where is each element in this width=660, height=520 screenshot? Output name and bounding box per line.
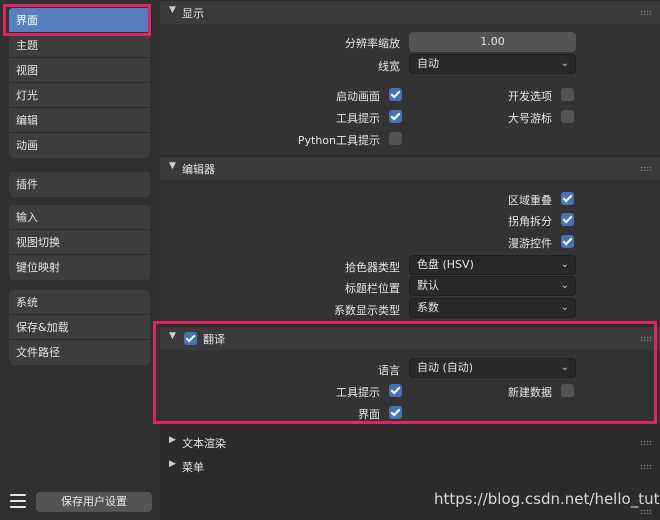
large-cursor-checkbox[interactable]: [561, 110, 574, 123]
expand-triangle-icon: ▼: [169, 5, 176, 15]
drag-grip-icon[interactable]: [640, 464, 652, 469]
translate-tooltips-label: 工具提示: [336, 386, 380, 399]
color-picker-dropdown[interactable]: 色盘 (HSV) ⌄: [409, 255, 576, 275]
navigation-controls-checkbox[interactable]: [561, 235, 574, 248]
translate-new-data-checkbox[interactable]: [561, 384, 574, 397]
chevron-down-icon: ⌄: [560, 302, 569, 313]
corner-split-checkbox[interactable]: [561, 213, 574, 226]
sidebar-item-addons[interactable]: 插件: [9, 172, 150, 197]
collapse-triangle-icon: ▶: [169, 459, 176, 469]
chevron-down-icon: ⌄: [560, 280, 569, 291]
factor-display-dropdown[interactable]: 系数 ⌄: [409, 298, 576, 318]
sidebar-item-system[interactable]: 系统: [9, 290, 150, 315]
panel-header-text-rendering[interactable]: ▶ 文本渲染: [160, 431, 660, 454]
panel-title-menus: 菜单: [182, 461, 204, 474]
collapse-triangle-icon: ▶: [169, 435, 176, 445]
developer-extras-checkbox[interactable]: [561, 88, 574, 101]
panel-body-display: 分辨率缩放 1.00 线宽 自动 ⌄ 启动画面 工具提示 Python工具提示 …: [160, 24, 660, 155]
translate-new-data-label: 新建数据: [508, 386, 552, 399]
corner-split-label: 拐角拆分: [508, 215, 552, 228]
panel-title-editors: 编辑器: [182, 163, 215, 176]
tooltips-checkbox[interactable]: [389, 110, 402, 123]
large-cursor-label: 大号游标: [508, 112, 552, 125]
color-picker-label: 拾色器类型: [345, 261, 400, 274]
python-tooltips-label: Python工具提示: [297, 134, 380, 147]
panel-header-display[interactable]: ▼ 显示: [160, 1, 660, 24]
developer-extras-label: 开发选项: [508, 90, 552, 103]
panel-header-menus[interactable]: ▶ 菜单: [160, 455, 660, 478]
header-position-dropdown[interactable]: 默认 ⌄: [409, 276, 576, 296]
resolution-scale-field[interactable]: 1.00: [409, 32, 576, 52]
translate-interface-checkbox[interactable]: [389, 406, 402, 419]
sidebar-item-themes[interactable]: 主题: [9, 33, 150, 58]
translation-enable-checkbox[interactable]: [184, 332, 197, 345]
language-value: 自动 (自动): [417, 361, 474, 374]
sidebar-item-interface[interactable]: 界面: [9, 8, 150, 33]
preferences-sidebar: 界面 主题 视图 灯光 编辑 动画 插件 输入 视图切换 键位映射 系统 保存&…: [0, 0, 160, 520]
language-label: 语言: [378, 364, 400, 377]
sidebar-group-addons: 插件: [9, 172, 150, 197]
drag-grip-icon[interactable]: [640, 166, 652, 171]
sidebar-group-system: 系统 保存&加载 文件路径: [9, 290, 150, 365]
factor-display-label: 系数显示类型: [334, 304, 400, 317]
line-width-value: 自动: [417, 57, 439, 70]
header-position-value: 默认: [417, 279, 439, 292]
tooltips-label: 工具提示: [336, 112, 380, 125]
factor-display-value: 系数: [417, 301, 439, 314]
header-position-label: 标题栏位置: [345, 282, 400, 295]
sidebar-item-file-paths[interactable]: 文件路径: [9, 340, 150, 365]
color-picker-value: 色盘 (HSV): [417, 258, 474, 271]
sidebar-group-input: 输入 视图切换 键位映射: [9, 205, 150, 280]
panel-title-text-rendering: 文本渲染: [182, 437, 226, 450]
hamburger-icon[interactable]: [10, 494, 26, 508]
drag-grip-icon[interactable]: [640, 440, 652, 445]
translate-tooltips-checkbox[interactable]: [389, 384, 402, 397]
translate-interface-label: 界面: [358, 408, 380, 421]
resize-grip-icon[interactable]: [640, 509, 652, 514]
region-overlap-label: 区域重叠: [508, 194, 552, 207]
sidebar-item-input[interactable]: 输入: [9, 205, 150, 230]
sidebar-item-lights[interactable]: 灯光: [9, 83, 150, 108]
save-preferences-button[interactable]: 保存用户设置: [36, 492, 152, 512]
resolution-scale-label: 分辨率缩放: [345, 37, 400, 50]
language-dropdown[interactable]: 自动 (自动) ⌄: [409, 358, 576, 378]
chevron-down-icon: ⌄: [560, 259, 569, 270]
panel-title-translation: 翻译: [203, 333, 225, 346]
chevron-down-icon: ⌄: [560, 58, 569, 69]
chevron-down-icon: ⌄: [560, 362, 569, 373]
splash-label: 启动画面: [336, 90, 380, 103]
sidebar-item-viewport[interactable]: 视图: [9, 58, 150, 83]
panel-body-editors: 区域重叠 拐角拆分 漫游控件 拾色器类型 色盘 (HSV) ⌄ 标题栏位置 默认…: [160, 180, 660, 322]
expand-triangle-icon: ▼: [169, 331, 176, 341]
panel-header-translation[interactable]: ▼ 翻译: [160, 327, 660, 350]
preferences-main: ▼ 显示 分辨率缩放 1.00 线宽 自动 ⌄ 启动画面 工具提示 Python…: [160, 0, 660, 520]
line-width-label: 线宽: [378, 60, 400, 73]
sidebar-item-animation[interactable]: 动画: [9, 133, 150, 158]
region-overlap-checkbox[interactable]: [561, 192, 574, 205]
navigation-controls-label: 漫游控件: [508, 237, 552, 250]
watermark-text: https://blog.csdn.net/hello_tute: [434, 490, 660, 508]
panel-body-translation: 语言 自动 (自动) ⌄ 工具提示 新建数据 界面: [160, 350, 660, 423]
line-width-dropdown[interactable]: 自动 ⌄: [409, 54, 576, 74]
drag-grip-icon[interactable]: [640, 336, 652, 341]
panel-header-editors[interactable]: ▼ 编辑器: [160, 157, 660, 180]
sidebar-item-editing[interactable]: 编辑: [9, 108, 150, 133]
sidebar-item-save-load[interactable]: 保存&加载: [9, 315, 150, 340]
sidebar-group-ui: 界面 主题 视图 灯光 编辑 动画: [9, 8, 150, 158]
sidebar-item-keymap[interactable]: 键位映射: [9, 255, 150, 280]
sidebar-item-navigation[interactable]: 视图切换: [9, 230, 150, 255]
expand-triangle-icon: ▼: [169, 161, 176, 171]
drag-grip-icon[interactable]: [640, 10, 652, 15]
panel-title-display: 显示: [182, 7, 204, 20]
splash-checkbox[interactable]: [389, 88, 402, 101]
python-tooltips-checkbox[interactable]: [389, 132, 402, 145]
